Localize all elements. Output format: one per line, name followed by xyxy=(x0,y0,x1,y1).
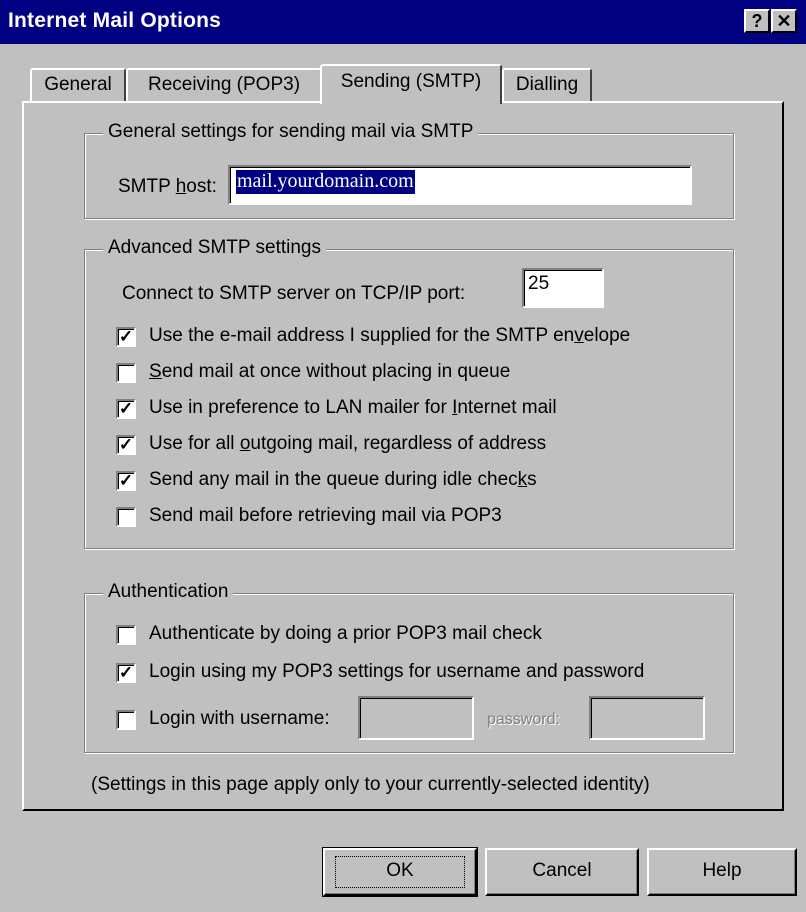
tab-sending[interactable]: Sending (SMTP) xyxy=(320,64,502,104)
focus-rectangle xyxy=(335,856,465,888)
smtp-host-input[interactable]: mail.yourdomain.com xyxy=(228,165,692,205)
username-input[interactable] xyxy=(358,696,474,740)
password-input[interactable] xyxy=(589,696,705,740)
general-settings-title: General settings for sending mail via SM… xyxy=(103,121,479,143)
checkbox-label: Authenticate by doing a prior POP3 mail … xyxy=(149,623,542,644)
checkbox-prefer-over-lan[interactable]: ✓ xyxy=(116,399,136,419)
tab-dialling[interactable]: Dialling xyxy=(502,68,592,102)
checkbox-label: Use in preference to LAN mailer for Inte… xyxy=(149,397,557,418)
checkbox-label: Login with username: xyxy=(149,708,330,729)
close-icon[interactable]: ✕ xyxy=(771,9,797,33)
smtp-host-label: SMTP host: xyxy=(118,176,217,197)
checkbox-label: Send mail at once without placing in que… xyxy=(149,361,511,382)
checkbox-smtp-envelope[interactable]: ✓ xyxy=(116,327,136,347)
check-icon: ✓ xyxy=(118,435,134,454)
check-icon: ✓ xyxy=(118,663,134,682)
checkbox-prior-pop3[interactable] xyxy=(116,625,136,645)
active-tab-join xyxy=(322,101,500,104)
checkbox-send-at-once[interactable] xyxy=(116,363,136,383)
cancel-button[interactable]: Cancel xyxy=(485,848,639,896)
ok-button[interactable]: OK xyxy=(322,847,478,897)
tab-dialling-label: Dialling xyxy=(515,74,579,95)
checkbox-label: Send any mail in the queue during idle c… xyxy=(149,469,537,490)
help-icon[interactable]: ? xyxy=(744,9,770,33)
check-icon: ✓ xyxy=(118,399,134,418)
checkbox-label: Send mail before retrieving mail via POP… xyxy=(149,505,502,526)
tab-receiving[interactable]: Receiving (POP3) xyxy=(126,68,322,102)
smtp-port-input[interactable]: 25 xyxy=(522,268,604,308)
tab-sending-label: Sending (SMTP) xyxy=(340,71,482,92)
checkbox-label: Login using my POP3 settings for usernam… xyxy=(149,661,645,682)
checkbox-pop3-login[interactable]: ✓ xyxy=(116,663,136,683)
tab-general-label: General xyxy=(44,74,112,95)
window-title: Internet Mail Options xyxy=(8,9,222,32)
password-label: password: xyxy=(487,711,560,728)
checkbox-login-username[interactable] xyxy=(116,710,136,730)
check-icon: ✓ xyxy=(118,327,134,346)
port-label: Connect to SMTP server on TCP/IP port: xyxy=(122,283,466,304)
checkbox-idle-checks[interactable]: ✓ xyxy=(116,471,136,491)
authentication-title: Authentication xyxy=(103,581,234,603)
smtp-port-value: 25 xyxy=(528,273,550,294)
title-bar: Internet Mail Options ? ✕ xyxy=(0,0,806,44)
checkbox-label: Use for all outgoing mail, regardless of… xyxy=(149,433,547,454)
tab-receiving-label: Receiving (POP3) xyxy=(147,74,301,95)
check-icon: ✓ xyxy=(118,471,134,490)
checkbox-all-outgoing[interactable]: ✓ xyxy=(116,435,136,455)
identity-footnote: (Settings in this page apply only to you… xyxy=(91,774,650,795)
tab-general[interactable]: General xyxy=(30,68,126,102)
smtp-host-value: mail.yourdomain.com xyxy=(236,170,415,194)
checkbox-send-before-retrieve[interactable] xyxy=(116,507,136,527)
advanced-smtp-title: Advanced SMTP settings xyxy=(103,237,326,259)
checkbox-label: Use the e-mail address I supplied for th… xyxy=(149,325,631,346)
help-button[interactable]: Help xyxy=(647,848,797,896)
